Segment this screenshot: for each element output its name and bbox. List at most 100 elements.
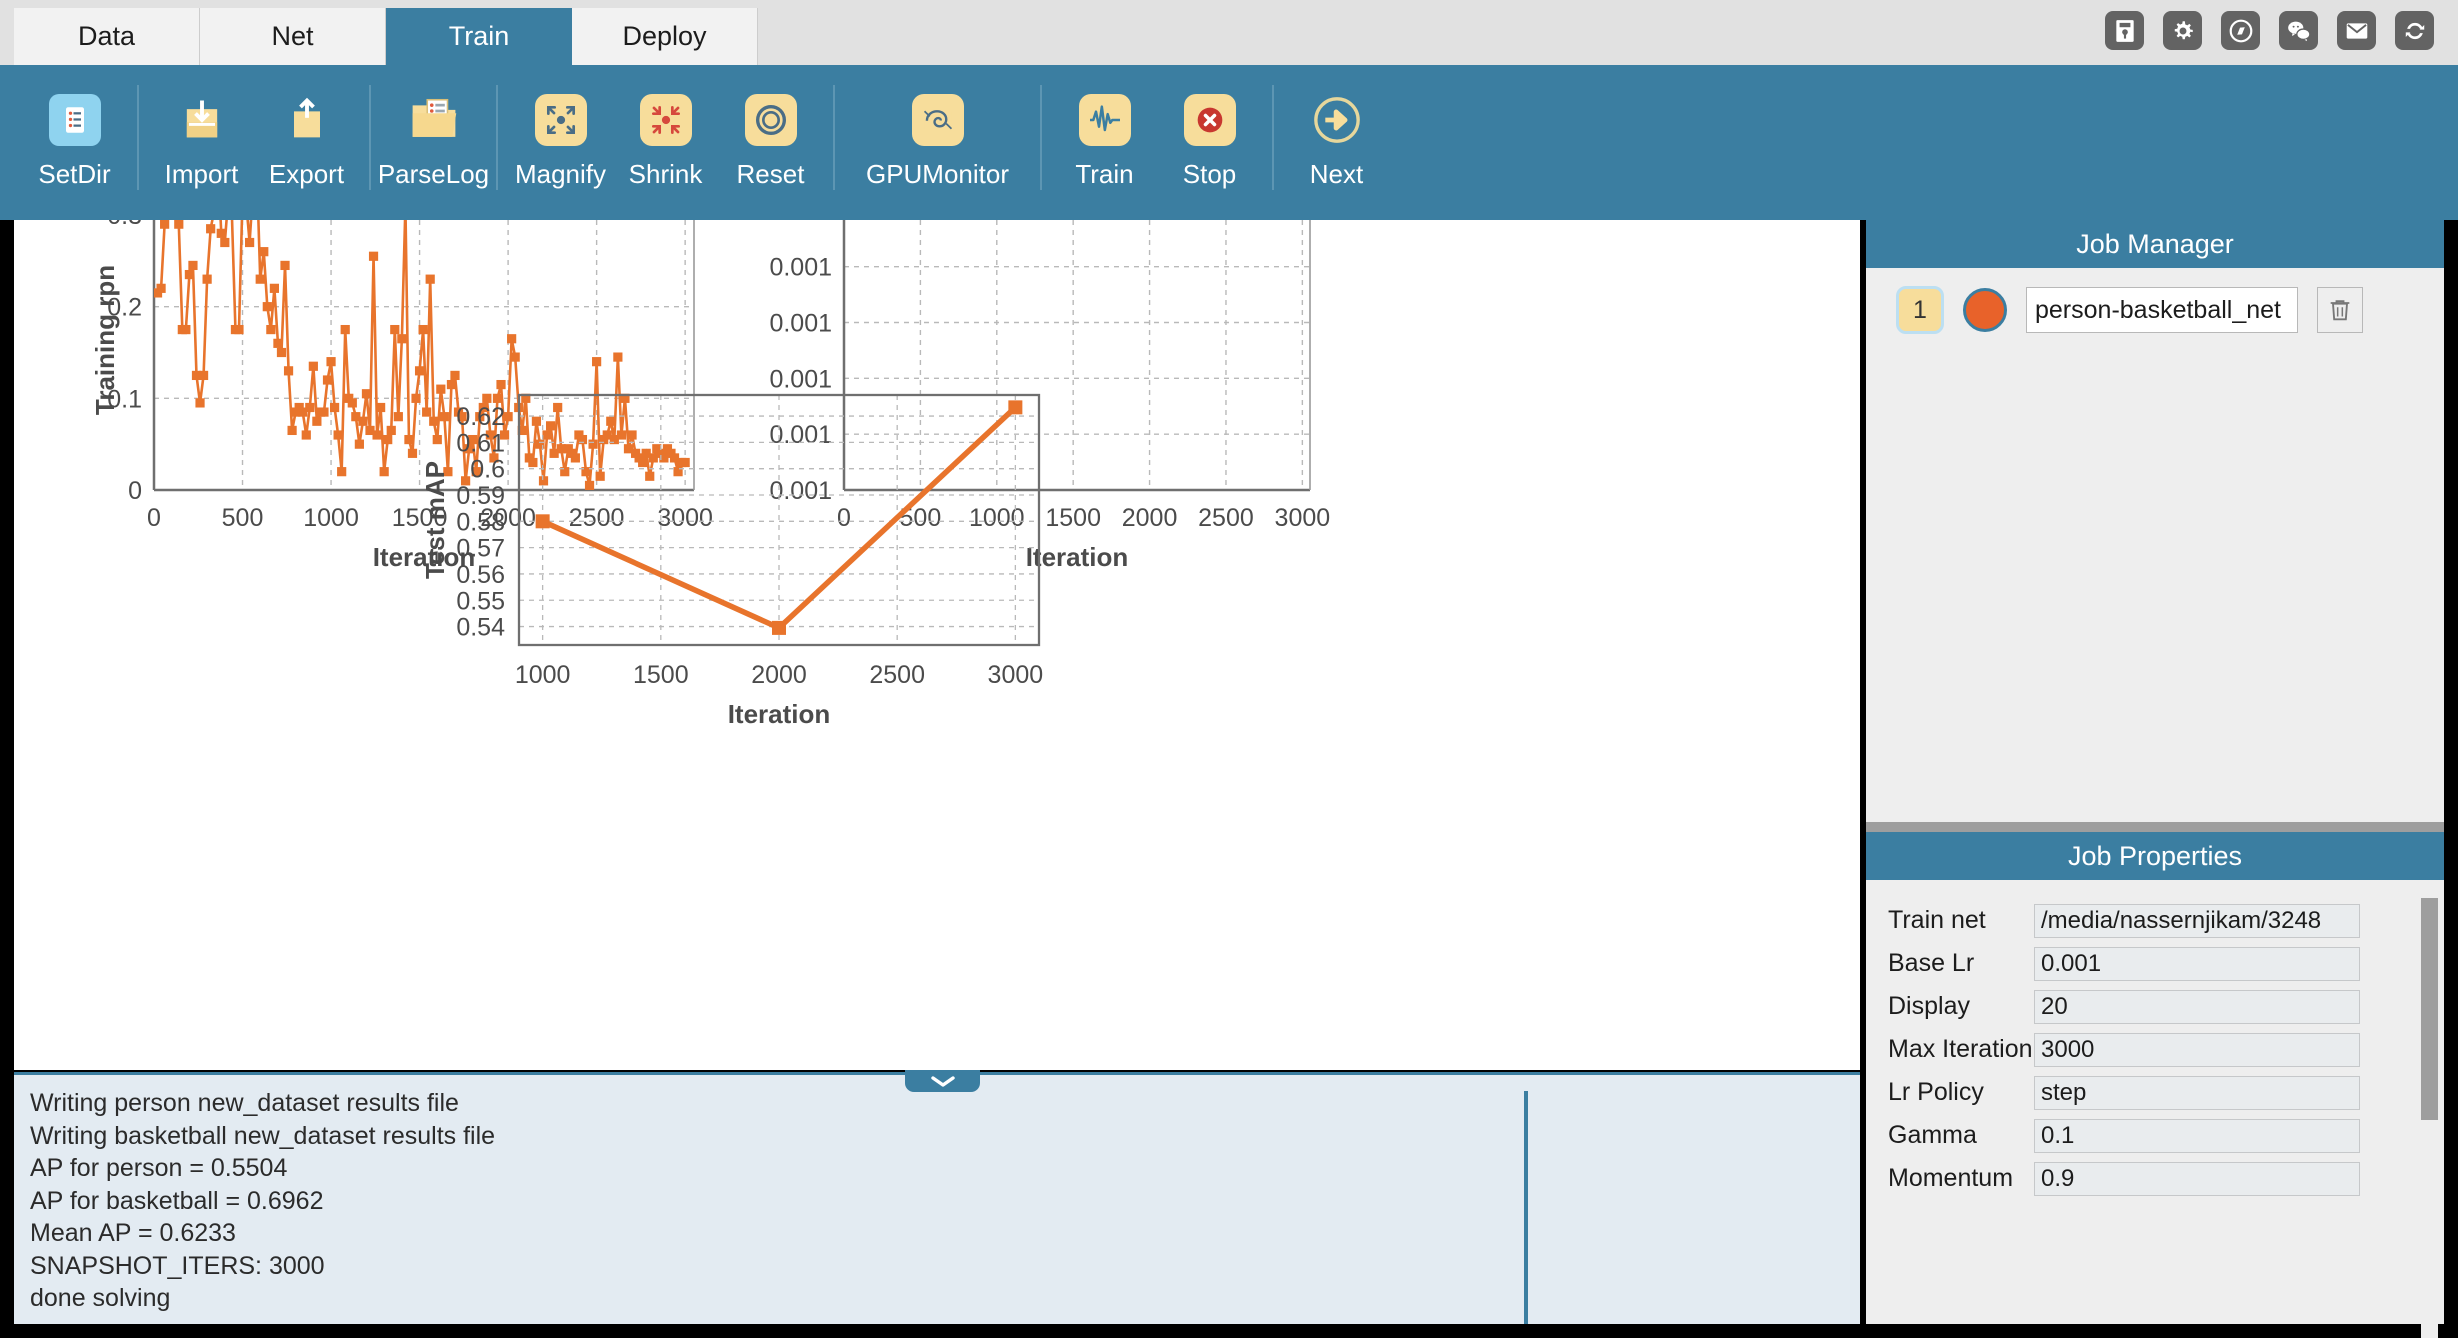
job-properties-title: Job Properties: [1866, 832, 2444, 880]
property-value-field[interactable]: 3000: [2034, 1032, 2360, 1067]
tab-train[interactable]: Train: [386, 8, 572, 65]
tab-deploy[interactable]: Deploy: [572, 8, 758, 65]
svg-text:0.54: 0.54: [456, 614, 505, 642]
svg-text:Iteration: Iteration: [1026, 542, 1129, 572]
log-collapse-toggle[interactable]: [905, 1070, 980, 1092]
svg-text:0.56: 0.56: [456, 561, 505, 589]
mail-icon[interactable]: [2337, 11, 2376, 50]
property-value-field[interactable]: 0.9: [2034, 1161, 2360, 1196]
job-name-field[interactable]: person-basketball_net: [2026, 287, 2298, 333]
svg-text:0: 0: [128, 477, 142, 505]
title-bar-icons: [2105, 11, 2434, 50]
toolbar-label-parselog: ParseLog: [377, 159, 490, 189]
toolbar-button-shrink[interactable]: Shrink: [613, 65, 718, 220]
toolbar-label-import: Import: [164, 159, 239, 189]
svg-text:0: 0: [147, 504, 161, 532]
property-row-display: Display 20: [1888, 985, 2444, 1028]
toolbar-button-gpumonitor[interactable]: GPUMonitor: [845, 65, 1030, 220]
property-value-field[interactable]: 20: [2034, 989, 2360, 1024]
svg-text:0: 0: [837, 504, 851, 532]
log-text: Writing person new_dataset results file …: [30, 1089, 496, 1312]
magnify-expand-icon: [530, 89, 592, 151]
svg-text:Training rpn: Training rpn: [90, 265, 120, 415]
svg-text:2500: 2500: [1198, 504, 1254, 532]
toolbar-label-magnify: Magnify: [514, 159, 607, 189]
toolbar-label-export: Export: [268, 159, 345, 189]
export-up-arrow-icon: [276, 89, 338, 151]
toolbar-label-reset: Reset: [736, 159, 805, 189]
parse-log-folder-icon: [403, 89, 465, 151]
log-panel[interactable]: Writing person new_dataset results file …: [14, 1072, 1860, 1324]
stop-x-icon: [1179, 89, 1241, 151]
svg-text:0.001: 0.001: [769, 254, 832, 282]
import-down-arrow-icon: [171, 89, 233, 151]
reset-circle-icon: [740, 89, 802, 151]
property-row-gamma: Gamma 0.1: [1888, 1114, 2444, 1157]
svg-text:0.001: 0.001: [769, 220, 832, 226]
property-label: Max Iteration: [1888, 1035, 2033, 1063]
trash-icon[interactable]: [2317, 287, 2363, 333]
svg-text:0.001: 0.001: [769, 310, 832, 338]
svg-text:0.61: 0.61: [456, 429, 505, 457]
svg-text:0.001: 0.001: [769, 477, 832, 505]
svg-text:1000: 1000: [969, 504, 1025, 532]
charts-area: 00.10.20.3050010001500200025003000Iterat…: [14, 220, 1860, 1070]
toolbar-button-import[interactable]: Import: [149, 65, 254, 220]
job-properties-panel: Job Properties Train net /media/nassernj…: [1866, 832, 2444, 1338]
gear-icon[interactable]: [2163, 11, 2202, 50]
toolbar-label-train: Train: [1075, 159, 1134, 189]
property-label: Gamma: [1888, 1121, 1977, 1149]
job-properties-scrollbar-thumb[interactable]: [2421, 898, 2438, 1120]
toolbar-button-parselog[interactable]: ParseLog: [377, 65, 490, 220]
save-icon[interactable]: [2105, 11, 2144, 50]
job-row: 1 person-basketball_net: [1866, 268, 2444, 334]
job-properties-rows: Train net /media/nassernjikam/3248 Base …: [1866, 880, 2444, 1200]
svg-text:0.6: 0.6: [470, 456, 505, 484]
toolbar-label-setdir: SetDir: [38, 159, 111, 189]
svg-text:Iteration: Iteration: [728, 699, 831, 729]
svg-text:0.62: 0.62: [456, 403, 505, 431]
chevron-down-icon: [930, 1075, 955, 1087]
svg-text:0.3: 0.3: [107, 220, 142, 230]
property-row-train-net: Train net /media/nassernjikam/3248: [1888, 899, 2444, 942]
property-row-max-iteration: Max Iteration 3000: [1888, 1028, 2444, 1071]
toolbar-button-reset[interactable]: Reset: [718, 65, 823, 220]
toolbar-separator: [369, 85, 371, 190]
right-dock: Job Manager 1 person-basketball_net Job …: [1866, 220, 2444, 1338]
job-status-indicator[interactable]: [1963, 288, 2007, 332]
log-divider: [1524, 1091, 1528, 1324]
toolbar-button-stop[interactable]: Stop: [1157, 65, 1262, 220]
shrink-contract-icon: [635, 89, 697, 151]
charts-canvas: 00.10.20.3050010001500200025003000Iterat…: [90, 220, 1330, 729]
wechat-icon[interactable]: [2279, 11, 2318, 50]
charts-scrollbar-track[interactable]: [1846, 220, 1860, 1070]
job-number[interactable]: 1: [1896, 286, 1944, 334]
toolbar-button-train[interactable]: Train: [1052, 65, 1157, 220]
toolbar-separator: [496, 85, 498, 190]
toolbar-label-stop: Stop: [1182, 159, 1237, 189]
property-value-field[interactable]: 0.001: [2034, 946, 2360, 981]
toolbar-button-next[interactable]: Next: [1284, 65, 1389, 220]
svg-text:2000: 2000: [1122, 504, 1178, 532]
property-value-field[interactable]: step: [2034, 1075, 2360, 1110]
property-value-field[interactable]: /media/nassernjikam/3248: [2034, 903, 2360, 938]
svg-text:2500: 2500: [569, 504, 625, 532]
refresh-icon[interactable]: [2395, 11, 2434, 50]
toolbar-separator: [137, 85, 139, 190]
job-manager-title: Job Manager: [1866, 220, 2444, 268]
toolbar-button-export[interactable]: Export: [254, 65, 359, 220]
property-label: Display: [1888, 992, 1970, 1020]
svg-text:0.57: 0.57: [456, 535, 505, 563]
property-value-field[interactable]: 0.1: [2034, 1118, 2360, 1153]
next-arrow-icon: [1306, 89, 1368, 151]
tab-data[interactable]: Data: [14, 8, 200, 65]
svg-text:1000: 1000: [515, 661, 571, 689]
svg-text:1500: 1500: [1045, 504, 1101, 532]
toolbar-button-setdir[interactable]: SetDir: [22, 65, 127, 220]
tab-net[interactable]: Net: [200, 8, 386, 65]
svg-text:2500: 2500: [869, 661, 925, 689]
toolbar-button-magnify[interactable]: Magnify: [508, 65, 613, 220]
svg-text:3000: 3000: [657, 504, 713, 532]
compass-icon[interactable]: [2221, 11, 2260, 50]
job-manager-panel: Job Manager 1 person-basketball_net: [1866, 220, 2444, 822]
